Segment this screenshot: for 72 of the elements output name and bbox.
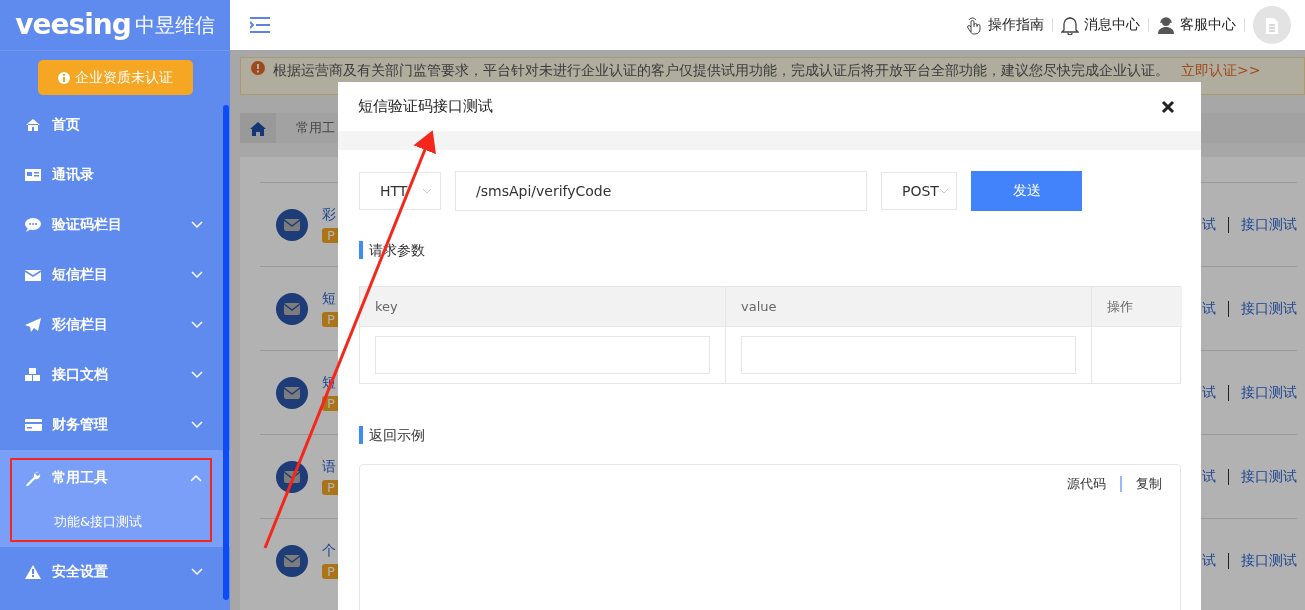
hand-pointer-icon — [965, 15, 983, 35]
modal-title: 短信验证码接口测试 — [358, 97, 493, 116]
logo-wordmark: veesing — [15, 9, 131, 41]
menu-item[interactable]: 接口文档 — [0, 350, 230, 400]
code-action-link[interactable]: 复制 — [1136, 475, 1162, 493]
test-link[interactable]: 接口测试 — [1241, 551, 1297, 570]
envelope-icon — [276, 292, 308, 325]
chevron-down-icon — [422, 188, 432, 194]
chevron-down-icon — [938, 188, 949, 194]
test-link[interactable]: 试 — [1202, 299, 1216, 318]
chat-bubble-icon — [25, 217, 42, 233]
test-link[interactable]: 接口测试 — [1241, 215, 1297, 234]
breadcrumb-item[interactable]: 常用工 — [296, 119, 335, 137]
tool-title: 彩 — [322, 206, 336, 224]
envelope-icon — [276, 460, 308, 493]
contact-card-icon — [25, 167, 42, 183]
menu-item[interactable]: 通讯录 — [0, 150, 230, 200]
close-icon[interactable] — [1161, 99, 1175, 114]
submenu-item[interactable]: 功能&接口测试 — [12, 506, 210, 540]
test-link[interactable]: 试 — [1202, 383, 1216, 402]
menu-item[interactable]: 安全设置 — [0, 547, 230, 597]
column-header: key — [360, 287, 725, 327]
code-action-link[interactable]: 源代码 — [1067, 475, 1106, 493]
test-link[interactable]: 接口测试 — [1241, 299, 1297, 318]
home-icon — [25, 117, 42, 133]
envelope-icon — [276, 208, 308, 241]
scrollbar[interactable] — [223, 105, 229, 600]
envelope-icon — [25, 267, 42, 283]
tool-title: 语 — [322, 458, 336, 476]
notice-text: 根据运营商及有关部门监管要求，平台针对未进行企业认证的客户仅提供试用功能，完成认证后将开放平台全部功能，建议您尽快完成企业认证。 — [273, 61, 1169, 79]
avatar-icon[interactable] — [1253, 6, 1291, 44]
support-agent-icon — [1157, 15, 1175, 35]
menu-item[interactable]: 彩信栏目 — [0, 300, 230, 350]
menu-icon[interactable] — [250, 17, 270, 33]
menu-item[interactable]: 常用工具 — [12, 460, 210, 496]
test-link[interactable]: 接口测试 — [1241, 467, 1297, 486]
logo-name: 中昱维信 — [134, 13, 215, 37]
alert-icon — [251, 61, 265, 75]
test-link[interactable]: 试 — [1202, 551, 1216, 570]
menu-item[interactable]: 首页 — [0, 100, 230, 150]
test-link[interactable]: 试 — [1202, 215, 1216, 234]
test-link[interactable]: 接口测试 — [1241, 383, 1297, 402]
credit-card-icon — [25, 417, 42, 433]
test-link[interactable]: 试 — [1202, 467, 1216, 486]
column-header: value — [725, 287, 1091, 327]
envelope-icon — [276, 544, 308, 577]
send-button[interactable]: 发送 — [971, 171, 1082, 211]
section-heading: 返回示例 — [359, 426, 1181, 444]
input-field[interactable] — [375, 336, 710, 374]
home-button[interactable] — [240, 113, 276, 143]
bell-icon — [1061, 15, 1079, 35]
column-header: 操作 — [1091, 287, 1182, 327]
header-link[interactable]: 操作指南 — [965, 15, 1044, 35]
paper-plane-icon — [25, 317, 42, 333]
wrench-icon — [25, 470, 42, 486]
dropdown[interactable]: HTT — [359, 172, 441, 210]
url-field[interactable]: /smsApi/verifyCode — [455, 171, 867, 211]
cubes-icon — [25, 367, 42, 383]
header-link[interactable]: 消息中心 — [1061, 15, 1140, 35]
input-field[interactable] — [741, 336, 1076, 374]
home-icon — [250, 120, 266, 136]
menu-item[interactable]: 短信栏目 — [0, 250, 230, 300]
tool-title: 个 — [322, 542, 336, 560]
header-link[interactable]: 客服中心 — [1157, 15, 1236, 35]
verify-link[interactable]: 立即认证>> — [1181, 61, 1261, 79]
warning-icon — [25, 564, 42, 580]
info-icon — [58, 71, 70, 84]
menu-item[interactable]: 验证码栏目 — [0, 200, 230, 250]
envelope-icon — [276, 376, 308, 409]
tool-title: 短 — [322, 290, 336, 308]
dropdown[interactable]: POST — [881, 172, 957, 210]
menu-item[interactable]: 财务管理 — [0, 400, 230, 450]
